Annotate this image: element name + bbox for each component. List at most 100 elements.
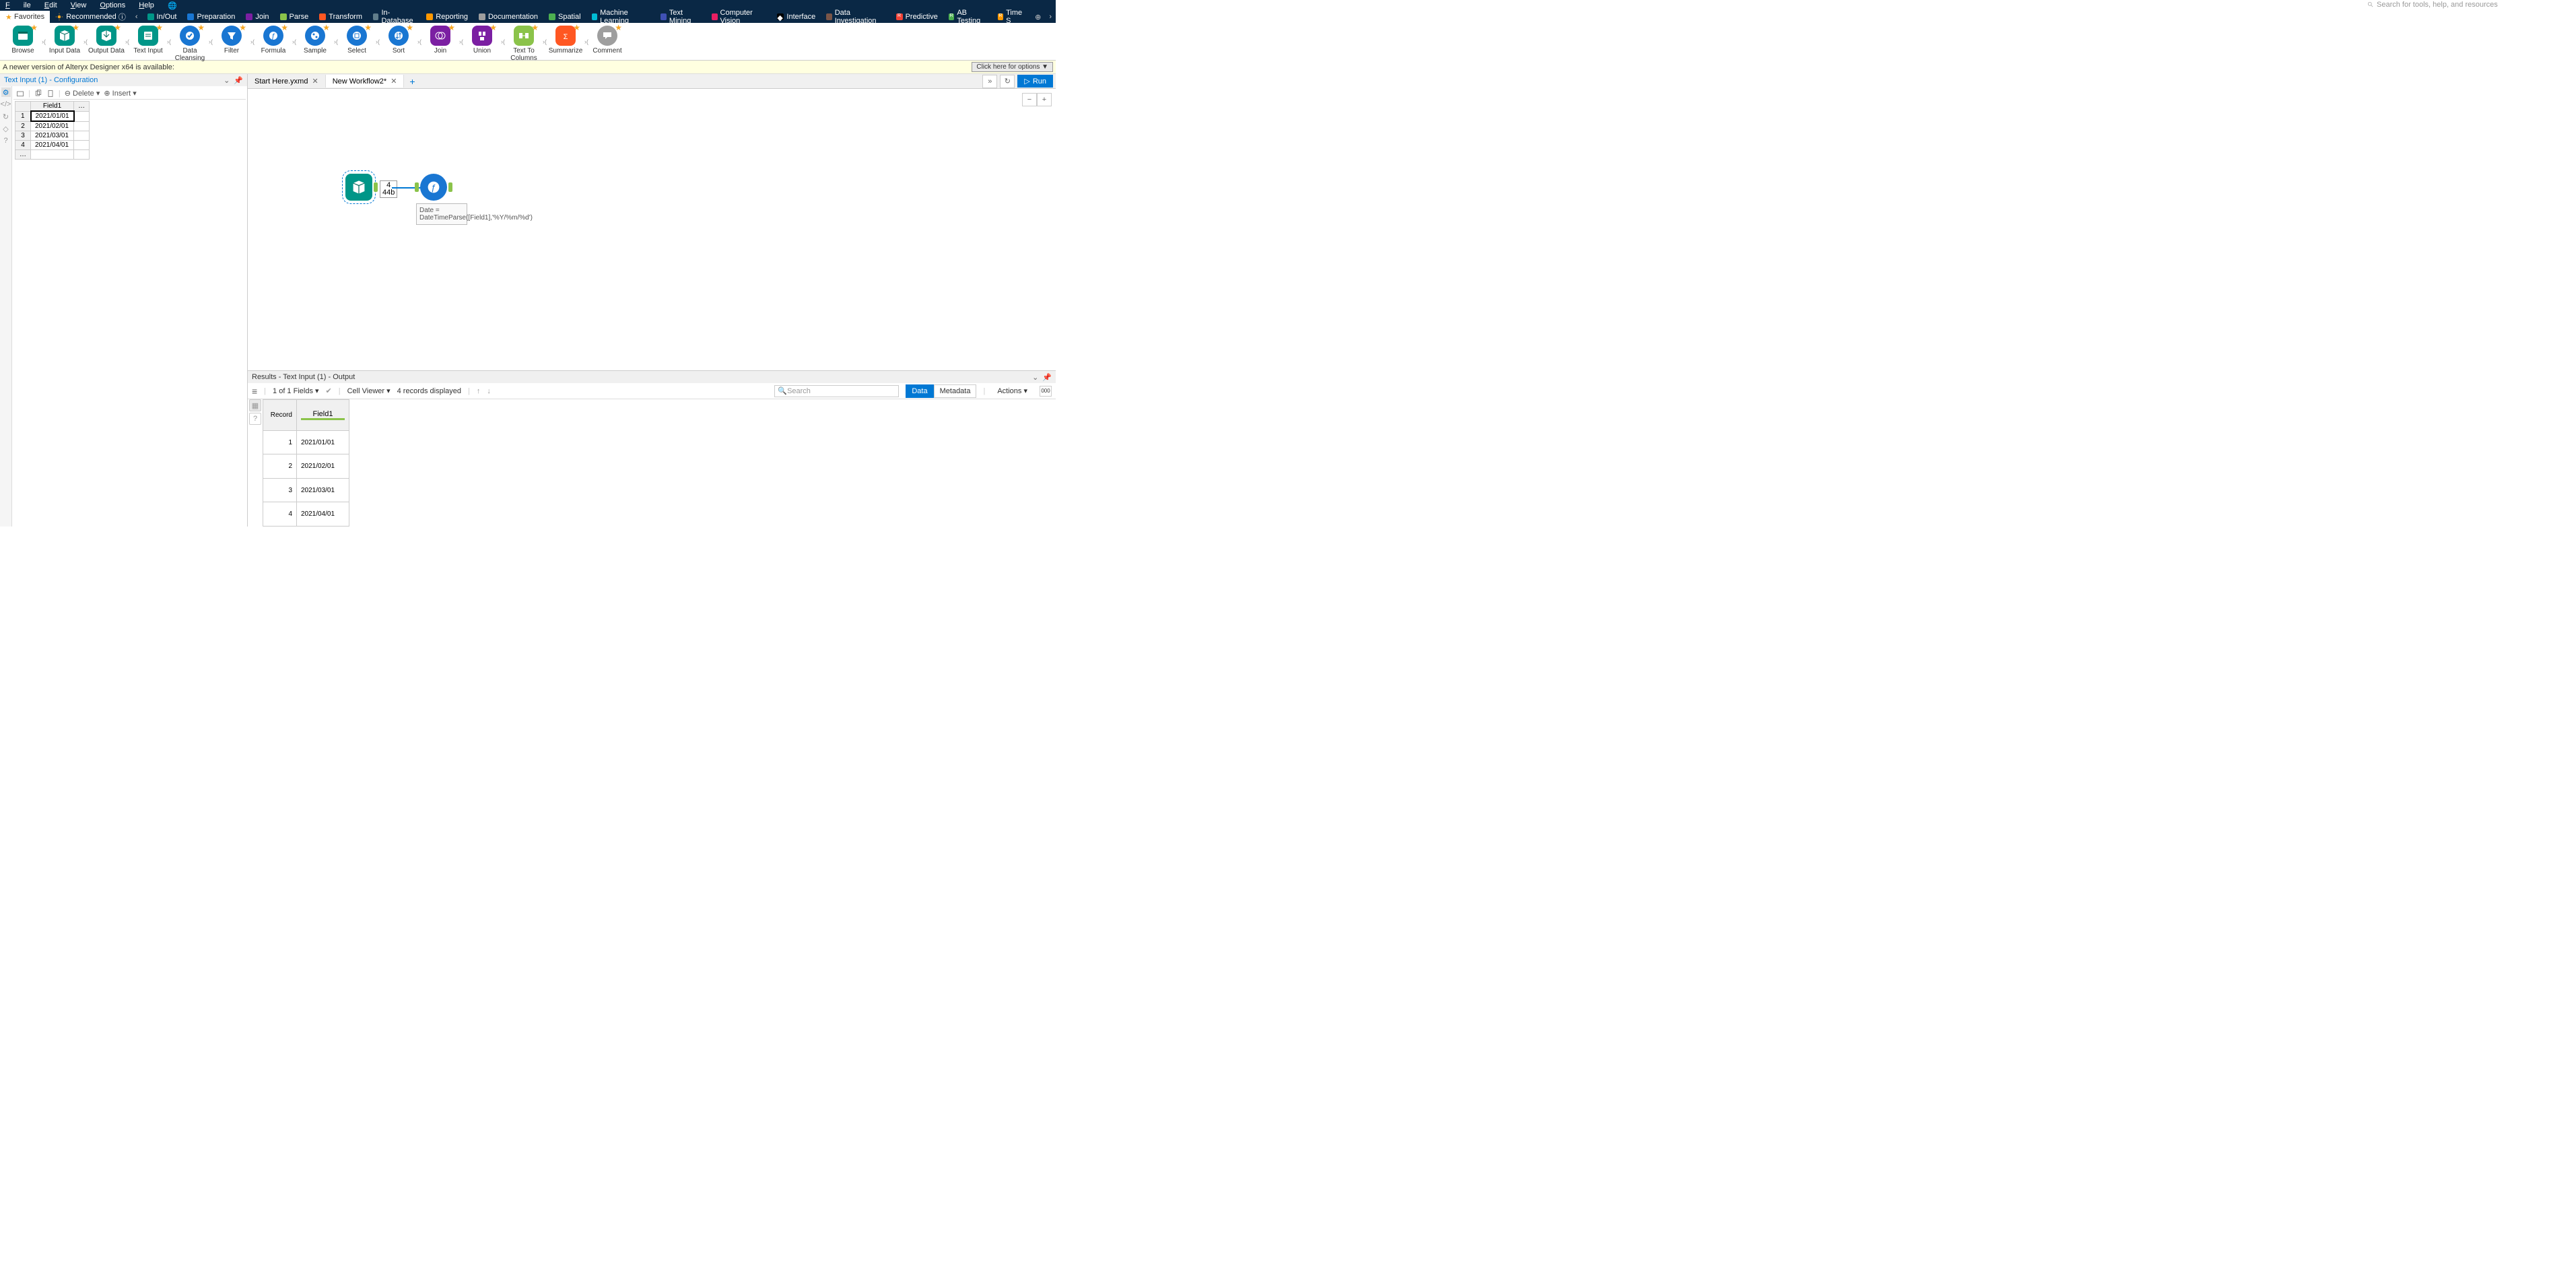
svg-text:ƒ: ƒ [271, 32, 275, 40]
metadata-tab[interactable]: Metadata [934, 384, 977, 398]
menu-help[interactable]: Help [139, 1, 154, 9]
tool-union[interactable]: ★Union [462, 24, 502, 55]
pin-icon[interactable]: 📌 [234, 76, 243, 85]
cat-documentation[interactable]: Documentation [473, 11, 543, 23]
close-icon[interactable]: ✕ [312, 77, 318, 86]
results-help-icon[interactable]: ? [249, 413, 261, 425]
sidetab-help[interactable]: ? [1, 136, 11, 145]
col-field1[interactable]: Field1 [313, 410, 333, 418]
ribbon-add-icon[interactable]: ⊕ [1031, 13, 1045, 22]
globe-icon[interactable]: 🌐 [168, 1, 177, 10]
cat-ml[interactable]: Machine Learning [586, 11, 656, 23]
chevron-right-icon[interactable]: › [1045, 13, 1056, 21]
notice-options-button[interactable]: Click here for options ▼ [972, 62, 1053, 72]
node-annotation: Date = DateTimeParse([Field1],'%Y/%m/%d'… [416, 203, 467, 225]
sidetab-anno[interactable]: ◇ [1, 124, 11, 133]
tool-formula[interactable]: ★ƒFormula [253, 24, 294, 55]
tool-summarize[interactable]: ★ΣSummarize [545, 24, 586, 55]
sidetab-config[interactable]: ⚙ [1, 88, 11, 97]
col-record[interactable]: Record [263, 400, 297, 431]
tool-join[interactable]: ★Join [420, 24, 461, 55]
tool-input-data[interactable]: ★Input Data [44, 24, 85, 55]
arrow-up-icon[interactable]: ↑ [477, 387, 481, 395]
tab-new-workflow[interactable]: New Workflow2*✕ [326, 75, 405, 88]
tab-recommended[interactable]: Recommended ⓘ [50, 11, 131, 23]
tool-sample[interactable]: ★Sample [295, 24, 335, 55]
arrow-down-icon[interactable]: ↓ [487, 387, 491, 395]
cat-time[interactable]: RTime S [992, 11, 1031, 23]
cat-preparation[interactable]: Preparation [182, 11, 240, 23]
cell-4[interactable]: 2021/04/01 [31, 141, 74, 150]
sidetab-nav[interactable]: ↻ [1, 112, 11, 121]
cat-spatial[interactable]: Spatial [543, 11, 586, 23]
col-header[interactable]: Field1 [31, 102, 74, 112]
config-grid[interactable]: Field1… 12021/01/01 22021/02/01 32021/03… [15, 101, 90, 160]
fields-dropdown[interactable]: 1 of 1 Fields ▾ [273, 386, 319, 395]
zoom-out-button[interactable]: − [1022, 93, 1037, 106]
notice-text: A newer version of Alteryx Designer x64 … [3, 63, 174, 71]
cat-join[interactable]: Join [240, 11, 274, 23]
tool-text-input[interactable]: ★Text Input [128, 24, 168, 55]
history-button[interactable]: ↻ [1000, 75, 1015, 88]
canvas[interactable]: − + 444b ƒ Date = DateTimeParse([Field1]… [248, 89, 1056, 370]
menu-edit[interactable]: Edit [44, 1, 57, 9]
cat-transform[interactable]: Transform [314, 11, 368, 23]
paste-icon[interactable] [46, 90, 55, 98]
close-icon[interactable]: ✕ [391, 77, 397, 86]
menu-file[interactable]: File [5, 1, 31, 9]
overflow-button[interactable]: » [982, 75, 997, 88]
tool-select[interactable]: ★Select [337, 24, 377, 55]
menubar: File Edit View Options Help 🌐 Search for… [0, 0, 1056, 11]
tool-data-cleansing[interactable]: ★Data Cleansing [170, 24, 210, 62]
tool-filter[interactable]: ★Filter [211, 24, 252, 55]
tool-text-to-columns[interactable]: ★Text To Columns [504, 24, 544, 62]
results-view-icon[interactable]: ▦ [249, 399, 261, 411]
cell-viewer-dropdown[interactable]: Cell Viewer ▾ [347, 386, 391, 395]
sidetab-xml[interactable]: </> [1, 100, 11, 109]
menu-options[interactable]: Options [100, 1, 125, 9]
cell-2[interactable]: 2021/02/01 [31, 121, 74, 131]
run-button[interactable]: ▷ Run [1017, 75, 1053, 88]
cell-3[interactable]: 2021/03/01 [31, 131, 74, 141]
cat-datainv[interactable]: Data Investigation [821, 11, 890, 23]
tab-favorites[interactable]: ★ Favorites [0, 11, 50, 23]
chevron-left-icon[interactable]: ‹ [131, 13, 142, 21]
tool-comment[interactable]: ★Comment [587, 24, 628, 55]
delete-button[interactable]: ⊖ Delete ▾ [65, 89, 100, 98]
menu-icon[interactable]: ≡ [252, 386, 257, 397]
chevron-down-icon[interactable]: ⌄ [1032, 373, 1038, 382]
data-tab[interactable]: Data [906, 384, 933, 398]
new-tab-button[interactable]: + [404, 74, 420, 89]
insert-button[interactable]: ⊕ Insert ▾ [104, 89, 136, 98]
tool-browse[interactable]: ★Browse [3, 24, 43, 55]
cat-interface[interactable]: ◆Interface [772, 11, 821, 23]
cat-parse[interactable]: Parse [275, 11, 314, 23]
cat-predictive[interactable]: RPredictive [891, 11, 943, 23]
cat-indatabase[interactable]: In-Database [368, 11, 421, 23]
zoom-in-button[interactable]: + [1037, 93, 1052, 106]
cat-textmining[interactable]: Text Mining [655, 11, 706, 23]
menu-view[interactable]: View [71, 1, 87, 9]
cat-abtesting[interactable]: RAB Testing [943, 11, 992, 23]
tool-output-data[interactable]: ★Output Data [86, 24, 127, 55]
results-search[interactable]: 🔍 Search [774, 385, 899, 397]
cat-cv[interactable]: Computer Vision [706, 11, 772, 23]
node-formula[interactable]: ƒ [420, 174, 447, 201]
copy-icon[interactable] [34, 90, 42, 98]
record-badge: 444b [380, 180, 397, 198]
cat-inout[interactable]: In/Out [142, 11, 182, 23]
cat-reporting[interactable]: Reporting [421, 11, 473, 23]
import-icon[interactable] [16, 90, 24, 98]
actions-dropdown[interactable]: Actions ▾ [992, 384, 1033, 397]
check-icon[interactable]: ✔ [326, 386, 332, 395]
results-grid[interactable]: RecordField1 12021/01/01 22021/02/01 320… [263, 399, 349, 527]
chevron-down-icon[interactable]: ⌄ [224, 76, 230, 85]
tool-sort[interactable]: ★Sort [378, 24, 419, 55]
cell-1[interactable]: 2021/01/01 [31, 111, 74, 121]
node-text-input[interactable] [345, 174, 372, 201]
tab-start-here[interactable]: Start Here.yxmd✕ [248, 75, 326, 88]
results-box[interactable]: 000 [1040, 386, 1052, 397]
pin-icon[interactable]: 📌 [1042, 373, 1052, 382]
svg-text:ƒ: ƒ [431, 182, 436, 193]
search-input[interactable]: Search for tools, help, and resources [2365, 0, 2573, 9]
